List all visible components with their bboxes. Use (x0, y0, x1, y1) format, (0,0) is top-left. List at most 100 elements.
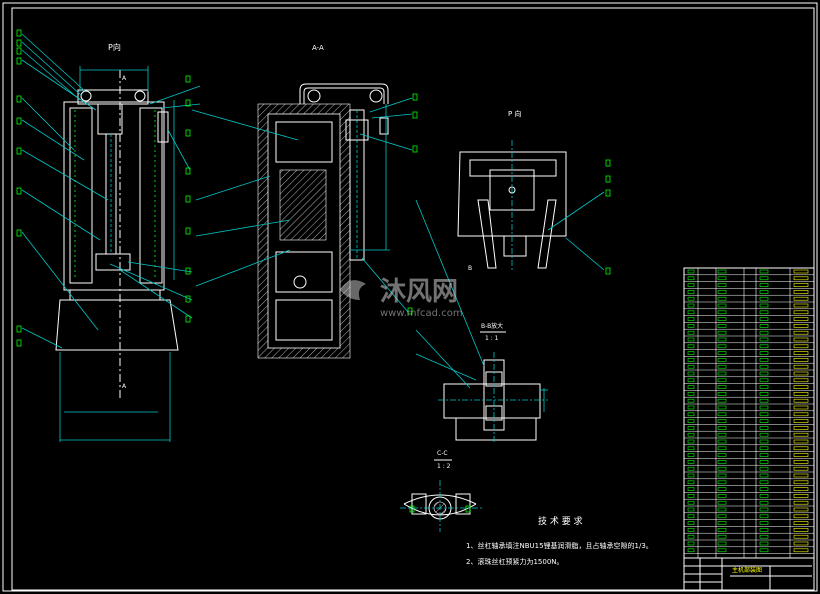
parts-list-cell-mark (687, 419, 695, 423)
parts-list-cell-mark (687, 480, 695, 485)
parts-list-cell-mark (717, 371, 727, 376)
parts-list-cell-mark (717, 473, 727, 478)
parts-list-cell-mark (687, 283, 695, 287)
parts-list-cell-mark (687, 534, 695, 539)
parts-list-cell-mark (793, 534, 809, 539)
parts-list-cell-mark (759, 324, 769, 328)
parts-list-cell-mark (717, 521, 727, 525)
parts-list-cell-mark (759, 507, 769, 512)
parts-list-cell-mark (793, 439, 809, 444)
parts-list-cell-mark (759, 364, 769, 369)
title-block-name: 主机部装图 (732, 566, 762, 574)
view-p (457, 140, 567, 270)
parts-list-cell-mark (793, 344, 809, 349)
parts-list-cell-mark (759, 487, 769, 491)
parts-list-cell-mark (793, 398, 809, 403)
parts-list-cell-mark (687, 466, 695, 471)
parts-list-cell-mark (759, 480, 769, 485)
parts-list-cell-mark (687, 521, 695, 525)
parts-list-cell-mark (717, 432, 727, 437)
parts-list-cell-mark (687, 500, 695, 505)
parts-list-cell-mark (687, 507, 695, 512)
parts-list-cell-mark (793, 317, 809, 321)
notes-line-2: 2、滚珠丝杠预紧力为1500N。 (466, 557, 564, 566)
parts-list-cell-mark (717, 419, 727, 423)
parts-list-cell-mark (793, 358, 809, 362)
parts-list-cell-mark (759, 385, 769, 389)
parts-list-cell-mark (687, 453, 695, 457)
section-mark-b: B (468, 265, 472, 272)
parts-list-cell-mark (793, 351, 809, 355)
parts-list-cell-mark (759, 494, 769, 498)
parts-list-cell-mark (717, 460, 727, 464)
parts-list-cell-mark (717, 296, 727, 301)
section-aa-view (257, 83, 390, 359)
parts-list-cell-mark (759, 460, 769, 464)
parts-list-cell-mark (793, 276, 809, 281)
parts-list-cell-mark (793, 412, 809, 417)
parts-list-cell-mark (759, 337, 769, 342)
parts-list-cell-mark (687, 330, 695, 335)
parts-list-cell-mark (717, 276, 727, 281)
parts-list-cell-mark (759, 446, 769, 451)
notes-title: 技 术 要 求 (538, 515, 583, 527)
parts-list-cell-mark (687, 432, 695, 437)
parts-list-cell-mark (717, 269, 727, 274)
parts-list-cell-mark (793, 310, 809, 315)
detail-bb-view (415, 199, 548, 444)
parts-list-cell-mark (717, 548, 727, 553)
parts-list-cell-mark (687, 385, 695, 389)
parts-list-cell-mark (717, 290, 727, 294)
detail-cc-label: C-C (437, 450, 448, 457)
view-p-label: P 向 (508, 109, 521, 118)
parts-list-cell-mark (759, 500, 769, 505)
parts-list-cell-mark (687, 460, 695, 464)
parts-list-cell-mark (717, 412, 727, 417)
parts-list-cell-mark (717, 487, 727, 491)
main-view-label: P向 (108, 42, 121, 52)
parts-list-cell-mark (687, 426, 695, 430)
parts-list-cell-mark (717, 344, 727, 349)
parts-list-cell-mark (793, 453, 809, 457)
parts-list-cell-mark (717, 358, 727, 362)
parts-list-cell-mark (759, 276, 769, 281)
parts-list-cell-mark (759, 378, 769, 383)
section-mark-a-top: A (122, 75, 127, 82)
parts-list-cell-mark (759, 405, 769, 410)
view-p-leaders (547, 159, 611, 275)
section-aa-label: A-A (312, 44, 324, 52)
parts-list-cell-mark (717, 507, 727, 512)
parts-list-cell-mark (793, 283, 809, 287)
parts-list-cell-mark (759, 432, 769, 437)
detail-cc-view (400, 480, 482, 532)
parts-list-cell-mark (687, 378, 695, 383)
parts-list-cell-mark (717, 494, 727, 498)
parts-list-cell-mark (759, 371, 769, 376)
parts-list-cell-mark (717, 310, 727, 315)
parts-list-cell-mark (793, 460, 809, 464)
parts-list-cell-mark (717, 317, 727, 321)
parts-list-cell-mark (793, 405, 809, 410)
parts-list-cell-mark (793, 303, 809, 308)
parts-list-cell-mark (687, 412, 695, 417)
parts-list-cell-mark (687, 310, 695, 315)
parts-list-cell-mark (717, 426, 727, 430)
parts-list-cell-mark (717, 466, 727, 471)
parts-list-cell-mark (687, 528, 695, 532)
title-block (683, 557, 815, 591)
parts-list-cell-mark (793, 426, 809, 430)
parts-list-cell-mark (793, 487, 809, 491)
parts-list-cell-mark (717, 528, 727, 532)
parts-list-cell-mark (793, 494, 809, 498)
parts-list-cell-mark (759, 269, 769, 274)
parts-list-cell-mark (759, 310, 769, 315)
parts-list-cell-mark (793, 378, 809, 383)
parts-list-cell-mark (687, 290, 695, 294)
parts-list-cell-mark (793, 392, 809, 396)
parts-list-cell-mark (687, 439, 695, 444)
watermark-url: www.mfcad.com (380, 308, 463, 319)
detail-bb-label: B-B放大 (481, 322, 503, 330)
parts-list-cell-mark (687, 364, 695, 369)
detail-cc-scale: 1 : 2 (437, 463, 451, 470)
parts-list-cell-mark (793, 296, 809, 301)
